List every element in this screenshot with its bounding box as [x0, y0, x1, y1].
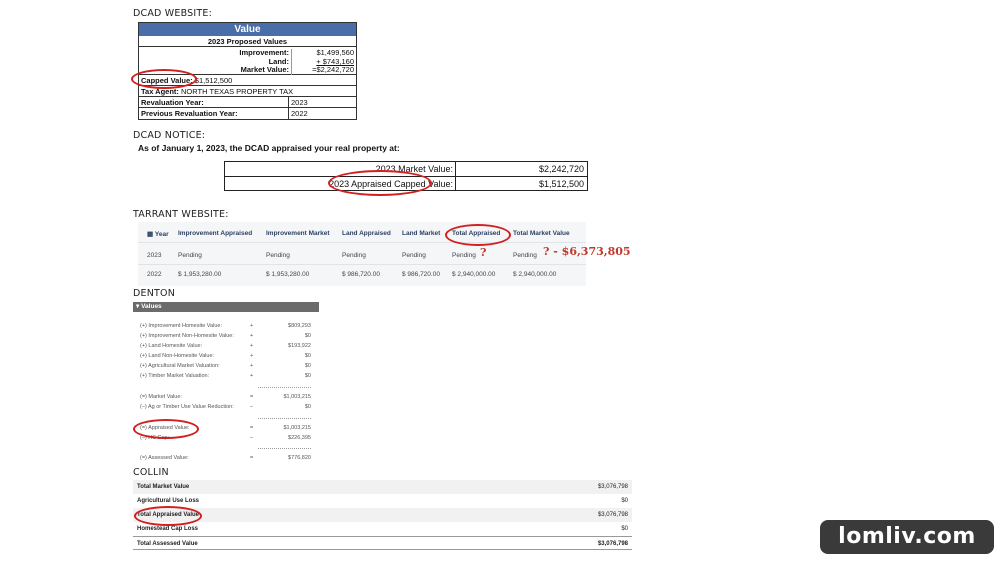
denton-values-bar[interactable]: ▾ Values [133, 302, 319, 312]
annotation-question-mark: ? [480, 246, 487, 259]
watermark-logo: lomliv.com [820, 520, 994, 554]
collin-values-table: Total Market Value $3,076,798 Agricultura… [133, 480, 632, 550]
tarrant-cell: $ 986,720.00 [342, 271, 380, 278]
denton-row: (+) Timber Market Valuation: + $0 [140, 373, 311, 379]
tarrant-cell: Pending [452, 252, 476, 259]
tarrant-cell: Pending [513, 252, 537, 259]
tarrant-cell: $ 1,953,280.00 [178, 271, 222, 278]
denton-values-title: Values [141, 303, 162, 310]
collin-row: Total Market Value $3,076,798 [133, 480, 632, 494]
denton-row: (+) Agricultural Market Valuation: + $0 [140, 363, 311, 369]
section-label-dcad-notice: DCAD NOTICE: [133, 130, 206, 141]
section-label-dcad-website: DCAD WEBSITE: [133, 8, 212, 19]
highlight-ellipse-total-appraised [445, 224, 511, 246]
section-label-collin: COLLIN [133, 467, 169, 478]
notice-intro-text: As of January 1, 2023, the DCAD appraise… [138, 143, 400, 153]
tarrant-col-improvement-market: Improvement Market [266, 230, 330, 237]
tarrant-col-total-market: Total Market Value [513, 230, 570, 237]
notice-market-value: $2,242,720 [538, 164, 584, 174]
section-label-tarrant: TARRANT WEBSITE: [133, 209, 229, 220]
tarrant-col-improvement-appraised: Improvement Appraised [178, 230, 253, 237]
section-label-denton: DENTON [133, 288, 176, 299]
denton-row: (=) Assessed Value: = $776,820 [140, 455, 311, 461]
improvement-label: Improvement: [239, 48, 289, 57]
highlight-ellipse-appraised-capped [328, 170, 432, 196]
calendar-icon: ▦ [147, 231, 154, 238]
collapse-triangle-icon: ▾ [136, 303, 140, 310]
tarrant-cell: $ 2,940,000.00 [513, 271, 557, 278]
collin-row: Total Assessed Value $3,076,798 [133, 536, 632, 550]
tarrant-cell: $ 2,940,000.00 [452, 271, 496, 278]
highlight-ellipse-appraised-value [133, 419, 199, 439]
denton-row: (=) Market Value: = $1,003,215 [140, 394, 311, 400]
tax-agent-value: NORTH TEXAS PROPERTY TAX [181, 87, 294, 96]
notice-capped-value: $1,512,500 [538, 179, 584, 189]
denton-divider [258, 387, 311, 388]
tarrant-cell: Pending [342, 252, 366, 259]
tarrant-cell: Pending [402, 252, 426, 259]
tarrant-col-land-market: Land Market [402, 230, 441, 237]
tarrant-cell: 2022 [147, 271, 162, 278]
denton-divider [258, 448, 311, 449]
tarrant-cell: $ 1,953,280.00 [266, 271, 310, 278]
tarrant-cell: Pending [266, 252, 290, 259]
previous-revaluation-year-value: 2022 [291, 109, 308, 118]
tarrant-cell: 2023 [147, 252, 162, 259]
capped-value: $1,512,500 [194, 76, 233, 85]
collin-row: Homestead Cap Loss $0 [137, 526, 628, 532]
previous-revaluation-year-row: Previous Revaluation Year: 2022 [139, 108, 356, 119]
denton-row: (–) Ag or Timber Use Value Reduction: – $0 [140, 404, 311, 410]
tarrant-col-land-appraised: Land Appraised [342, 230, 391, 237]
denton-row: (+) Land Non-Homesite Value: + $0 [140, 353, 311, 359]
collin-row: Agricultural Use Loss $0 [137, 498, 628, 504]
denton-row: (+) Land Homesite Value: + $193,922 [140, 343, 311, 349]
revaluation-year-label: Revaluation Year: [139, 97, 289, 107]
denton-divider [258, 418, 311, 419]
revaluation-year-value: 2023 [291, 98, 308, 107]
tarrant-col-year: ▦ Year [147, 231, 169, 238]
tarrant-cell: $ 986,720.00 [402, 271, 440, 278]
denton-row: (+) Improvement Homesite Value: + $809,293 [140, 323, 311, 329]
dcad-value-header: Value [139, 23, 356, 36]
highlight-ellipse-capped-value [131, 69, 197, 89]
highlight-ellipse-total-appraised-value [134, 506, 202, 526]
revaluation-year-row: Revaluation Year: 2023 [139, 97, 356, 108]
market-value: =$2,242,720 [312, 65, 354, 74]
denton-row: (+) Improvement Non-Homesite Value: + $0 [140, 333, 311, 339]
tarrant-cell: Pending [178, 252, 202, 259]
collin-row: Total Appraised Value $3,076,798 [133, 508, 632, 522]
dcad-proposed-values-title: 2023 Proposed Values [139, 36, 356, 47]
tarrant-values-table: ▦ Year Improvement Appraised Improvement… [138, 222, 586, 286]
annotation-estimated-value: ? - $6,373,805 [543, 245, 631, 258]
previous-revaluation-year-label: Previous Revaluation Year: [139, 108, 289, 119]
